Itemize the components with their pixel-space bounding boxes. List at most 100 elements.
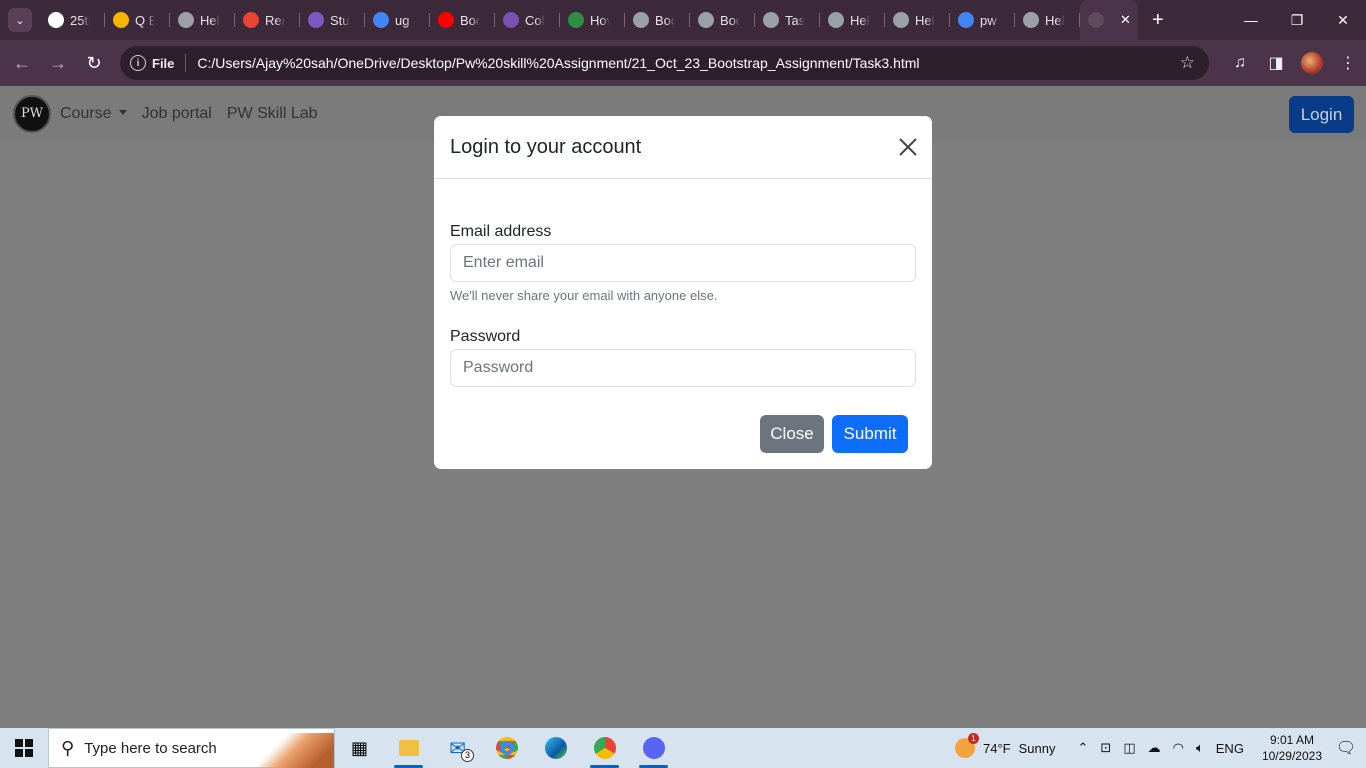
tab-title: Hel xyxy=(915,12,935,28)
search-icon: ⚲ xyxy=(61,737,75,758)
nav-course-dropdown[interactable]: Course xyxy=(60,105,127,123)
browser-tab[interactable]: Hov xyxy=(560,0,625,40)
caret-down-icon xyxy=(118,110,127,115)
media-control-icon[interactable]: ♫ xyxy=(1222,54,1258,72)
submit-button[interactable]: Submit xyxy=(832,415,908,453)
weather-condition: Sunny xyxy=(1018,740,1056,756)
loading-globe-icon xyxy=(1088,12,1104,28)
minimize-icon[interactable]: — xyxy=(1228,0,1274,40)
modal-footer: Close Submit xyxy=(760,415,908,453)
url-text[interactable]: C:/Users/Ajay%20sah/OneDrive/Desktop/Pw%… xyxy=(197,55,919,71)
clock-date: 10/29/2023 xyxy=(1261,749,1322,763)
tab-list: 25th Q B Hel Ren Stu ug Boo Col Hov Boo Boo Task Hel… xyxy=(40,0,1080,40)
weather-temp: 74°F xyxy=(983,740,1011,756)
network-device-icon[interactable]: ⊡ xyxy=(1100,740,1111,756)
volume-icon[interactable]: 🔈︎ xyxy=(1196,740,1204,756)
new-tab-button[interactable]: + xyxy=(1152,9,1164,32)
google-icon xyxy=(958,12,974,28)
browser-tab[interactable]: Task xyxy=(755,0,820,40)
browser-tab[interactable]: pw xyxy=(950,0,1015,40)
email-field[interactable] xyxy=(450,244,916,282)
tab-title: pw xyxy=(980,12,997,28)
wifi-icon[interactable]: ◠ xyxy=(1173,740,1184,756)
browser-tab[interactable]: ug xyxy=(365,0,430,40)
browser-tab[interactable]: Stu xyxy=(300,0,365,40)
brand-logo[interactable]: PW xyxy=(13,95,51,133)
discord-icon[interactable] xyxy=(629,728,678,768)
bootstrap-icon xyxy=(503,12,519,28)
browser-tab[interactable]: Hel xyxy=(885,0,950,40)
chrome-profile-icon[interactable] xyxy=(580,728,629,768)
back-icon[interactable]: ← xyxy=(4,45,40,81)
youtube-icon xyxy=(438,12,454,28)
modal-title: Login to your account xyxy=(450,135,642,158)
weather-widget[interactable]: 74°F Sunny xyxy=(955,733,1056,758)
chrome-icon[interactable] xyxy=(482,728,531,768)
tab-title: Q B xyxy=(135,12,155,28)
browser-tab[interactable]: Hel xyxy=(170,0,235,40)
globe-icon xyxy=(1023,12,1039,28)
email-label: Email address xyxy=(450,223,552,240)
nav-links: Course Job portal PW Skill Lab xyxy=(60,105,333,123)
edge-icon[interactable] xyxy=(531,728,580,768)
search-highlight-image xyxy=(254,733,334,768)
language-indicator[interactable]: ENG xyxy=(1216,741,1244,756)
system-tray: 74°F Sunny ⌃ ⊡ ◫ ☁ ◠ 🔈︎ ENG 9:01 AM 10/2… xyxy=(955,728,1366,768)
modal-body: Email address We'll never share your ema… xyxy=(434,179,932,403)
tab-title: Boo xyxy=(460,12,480,28)
file-explorer-icon[interactable] xyxy=(384,728,433,768)
mail-icon[interactable]: ✉ 3 xyxy=(433,728,482,768)
wordpress-icon xyxy=(48,12,64,28)
brand-logo-text: PW xyxy=(20,106,44,121)
address-bar[interactable]: i File C:/Users/Ajay%20sah/OneDrive/Desk… xyxy=(120,46,1209,80)
forward-icon[interactable]: → xyxy=(40,45,76,81)
close-tab-icon[interactable]: ✕ xyxy=(1120,12,1131,28)
active-tab[interactable]: ✕ xyxy=(1080,0,1138,40)
info-icon[interactable]: i xyxy=(130,55,146,71)
taskbar-search-box[interactable]: ⚲ Type here to search xyxy=(48,728,335,768)
window-controls: — ❐ ✕ xyxy=(1228,0,1366,32)
clock[interactable]: 9:01 AM 10/29/2023 xyxy=(1262,732,1322,764)
navbar-login-button[interactable]: Login xyxy=(1289,96,1354,133)
password-field[interactable] xyxy=(450,349,916,387)
address-scheme-label: File xyxy=(152,55,175,71)
google-drive-icon xyxy=(113,12,129,28)
nav-job-portal[interactable]: Job portal xyxy=(142,105,212,123)
side-panel-icon[interactable]: ◨ xyxy=(1258,53,1294,73)
onedrive-icon[interactable]: ☁ xyxy=(1148,740,1161,756)
tab-title: Hel xyxy=(200,12,220,28)
reload-icon[interactable]: ↻ xyxy=(76,45,112,81)
close-button[interactable]: Close xyxy=(760,415,824,453)
browser-tab[interactable]: Boo xyxy=(625,0,690,40)
tab-title: Hov xyxy=(590,12,610,28)
bookmark-star-icon[interactable]: ☆ xyxy=(1180,53,1195,73)
browser-tab[interactable]: Boo xyxy=(430,0,495,40)
browser-tab[interactable]: Hel xyxy=(820,0,885,40)
browser-tab[interactable]: 25th xyxy=(40,0,105,40)
list-icon xyxy=(308,12,324,28)
tab-title: Boo xyxy=(720,12,740,28)
profile-avatar[interactable] xyxy=(1294,52,1330,74)
google-icon xyxy=(373,12,389,28)
browser-tab[interactable]: Q B xyxy=(105,0,170,40)
globe-icon xyxy=(698,12,714,28)
tab-search-dropdown-icon[interactable]: ⌄ xyxy=(8,8,32,32)
tab-title: 25th xyxy=(70,12,90,28)
chevron-up-icon[interactable]: ⌃ xyxy=(1078,740,1089,756)
browser-tab[interactable]: Ren xyxy=(235,0,300,40)
modal-close-icon[interactable] xyxy=(898,136,918,158)
window-close-icon[interactable]: ✕ xyxy=(1320,0,1366,40)
browser-tab[interactable]: Hel xyxy=(1015,0,1080,40)
nav-skill-lab[interactable]: PW Skill Lab xyxy=(227,105,318,123)
windows-start-icon[interactable] xyxy=(0,728,48,768)
globe-icon xyxy=(763,12,779,28)
task-view-icon[interactable]: ▦ xyxy=(335,728,384,768)
tab-title: Boo xyxy=(655,12,675,28)
browser-tab[interactable]: Col xyxy=(495,0,560,40)
browser-tab[interactable]: Boo xyxy=(690,0,755,40)
notification-icon[interactable]: 🗨︎ xyxy=(1332,738,1360,758)
globe-icon xyxy=(828,12,844,28)
restore-icon[interactable]: ❐ xyxy=(1274,0,1320,40)
meet-now-icon[interactable]: ◫ xyxy=(1123,740,1135,756)
menu-kebab-icon[interactable]: ⋮ xyxy=(1330,53,1366,73)
